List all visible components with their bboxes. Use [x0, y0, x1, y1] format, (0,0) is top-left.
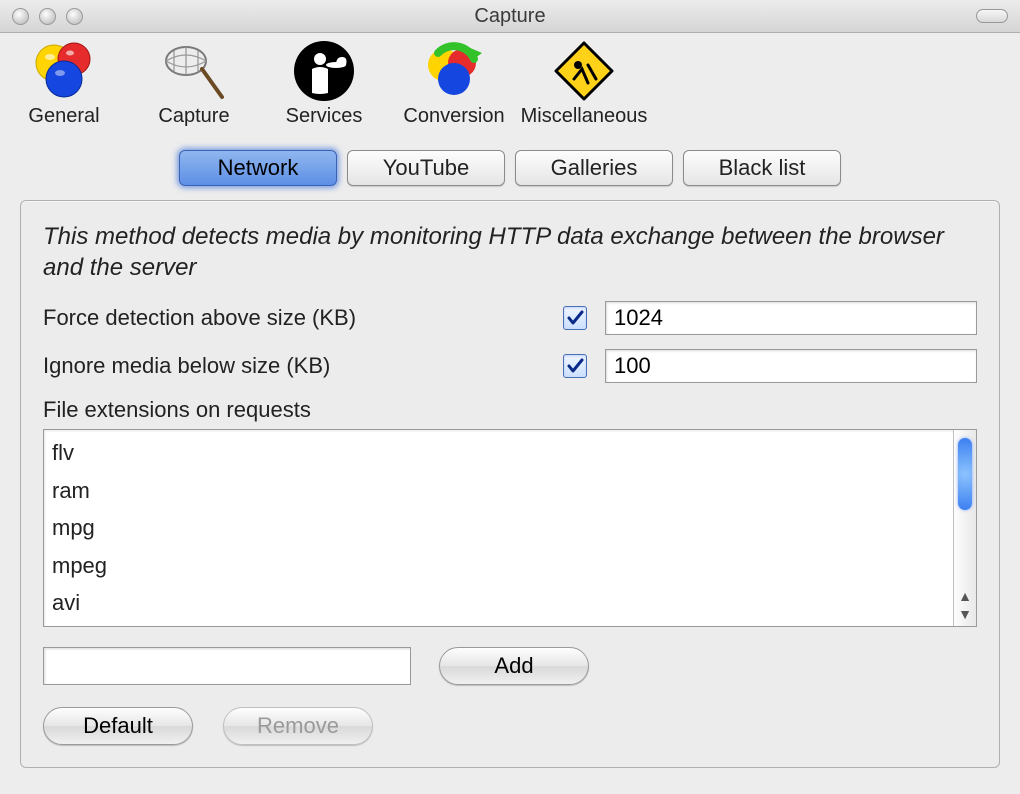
preferences-toolbar: General Capture Services: [0, 33, 1020, 134]
toolbar-toggle-pill[interactable]: [976, 9, 1008, 23]
window-title: Capture: [0, 5, 1020, 28]
force-detection-label: Force detection above size (KB): [43, 305, 563, 331]
row-ignore-below: Ignore media below size (KB): [43, 349, 977, 383]
ignore-below-input[interactable]: [605, 349, 977, 383]
tab-label: Galleries: [551, 155, 638, 180]
list-item[interactable]: avi: [52, 584, 945, 621]
scrollbar[interactable]: ▲ ▼: [953, 430, 976, 626]
tab-label: Network: [218, 155, 299, 180]
add-button[interactable]: Add: [439, 647, 589, 685]
tab-blacklist[interactable]: Black list: [683, 150, 841, 186]
toolbar-item-label: Capture: [158, 105, 229, 128]
toolbar-item-capture[interactable]: Capture: [144, 39, 244, 128]
tab-bar: Network YouTube Galleries Black list: [0, 150, 1020, 186]
toolbar-item-label: Conversion: [403, 105, 504, 128]
remove-button[interactable]: Remove: [223, 707, 373, 745]
tab-label: Black list: [719, 155, 806, 180]
extensions-label: File extensions on requests: [43, 397, 977, 423]
balloons-icon: [32, 39, 96, 103]
toolbar-item-miscellaneous[interactable]: Miscellaneous: [534, 39, 634, 128]
tab-youtube[interactable]: YouTube: [347, 150, 505, 186]
scroll-down-icon[interactable]: ▼: [957, 606, 973, 622]
list-item[interactable]: flv: [52, 434, 945, 471]
scrollbar-thumb[interactable]: [958, 438, 972, 510]
toolbar-item-label: Services: [286, 105, 363, 128]
toolbar-item-conversion[interactable]: Conversion: [404, 39, 504, 128]
button-label: Remove: [257, 713, 339, 739]
row-force-detection: Force detection above size (KB): [43, 301, 977, 335]
ignore-below-label: Ignore media below size (KB): [43, 353, 563, 379]
titlebar: Capture: [0, 0, 1020, 33]
toolbar-item-general[interactable]: General: [14, 39, 114, 128]
tab-label: YouTube: [383, 155, 469, 180]
force-detection-input[interactable]: [605, 301, 977, 335]
button-label: Default: [83, 713, 153, 739]
ignore-below-checkbox[interactable]: [563, 354, 587, 378]
add-row: Add: [43, 647, 977, 685]
toolbar-item-label: General: [28, 105, 99, 128]
default-button[interactable]: Default: [43, 707, 193, 745]
list-item[interactable]: mpg: [52, 509, 945, 546]
convert-icon: [422, 39, 486, 103]
tab-network[interactable]: Network: [179, 150, 337, 186]
extensions-list[interactable]: flv ram mpg mpeg avi: [44, 430, 953, 626]
waiter-icon: [292, 39, 356, 103]
panel-description: This method detects media by monitoring …: [43, 221, 977, 283]
scroll-up-icon[interactable]: ▲: [957, 588, 973, 604]
button-label: Add: [494, 653, 533, 679]
tab-galleries[interactable]: Galleries: [515, 150, 673, 186]
add-extension-input[interactable]: [43, 647, 411, 685]
force-detection-checkbox[interactable]: [563, 306, 587, 330]
sign-icon: [552, 39, 616, 103]
list-item[interactable]: ram: [52, 472, 945, 509]
toolbar-item-services[interactable]: Services: [274, 39, 374, 128]
network-panel: This method detects media by monitoring …: [20, 200, 1000, 768]
bottom-buttons: Default Remove: [43, 707, 977, 745]
toolbar-item-label: Miscellaneous: [521, 105, 648, 128]
net-icon: [162, 39, 226, 103]
extensions-list-container: flv ram mpg mpeg avi ▲ ▼: [43, 429, 977, 627]
list-item[interactable]: mpeg: [52, 547, 945, 584]
